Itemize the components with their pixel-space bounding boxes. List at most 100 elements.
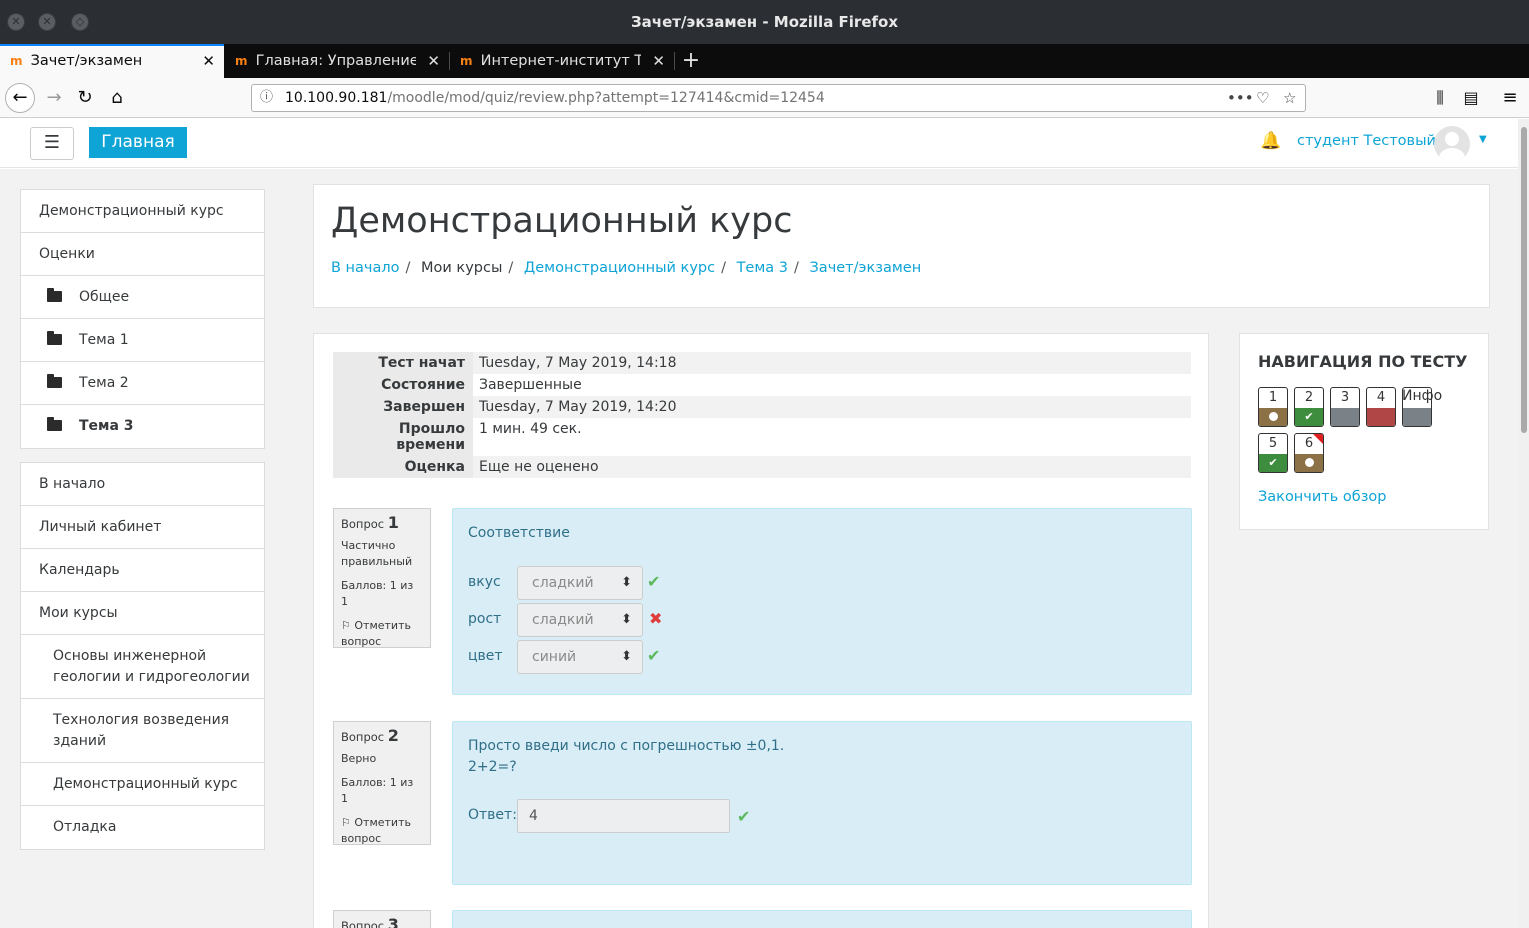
page-title: Демонстрационный курс	[331, 201, 793, 241]
sidebar-item-topic-1[interactable]: Тема 1	[21, 319, 264, 362]
page-actions-icon[interactable]: •••	[1227, 85, 1254, 111]
sidebar-item-course-construction[interactable]: Технология возведения зданий	[21, 699, 264, 763]
quiz-navigation-block: НАВИГАЦИЯ ПО ТЕСТУ 1 2 ✔ 3 4 5 ✔ 6 Закончи…	[1239, 333, 1489, 530]
question-score: Баллов: 1 из 1	[341, 579, 414, 608]
tab-label: Интернет-институт Ту	[480, 53, 641, 69]
correct-check-icon: ✔	[647, 646, 661, 665]
answer-field[interactable]: 4	[517, 799, 730, 833]
flag-icon: ⚐	[341, 816, 351, 829]
sidebar-item-home[interactable]: В начало	[21, 463, 264, 506]
page-content: Демонстрационный курс Оценки Общее Тема …	[0, 169, 1518, 928]
chevron-down-icon[interactable]: ▼	[1479, 134, 1487, 145]
drawer-toggle-button[interactable]: ☰	[30, 127, 74, 160]
menu-icon[interactable]: ≡	[1496, 84, 1524, 112]
flag-question-button[interactable]: ⚐ Отметить вопрос	[341, 618, 423, 650]
tab-close-icon[interactable]: ✕	[427, 44, 440, 78]
site-info-icon[interactable]: ⓘ	[260, 85, 273, 111]
question-text: Просто введи число с погрешностью ±0,1. …	[468, 738, 785, 775]
quiz-nav-info-label: Инфо	[1402, 388, 1443, 404]
breadcrumb-my-courses: Мои курсы	[421, 260, 503, 276]
check-icon: ✔	[1259, 454, 1287, 472]
folder-icon	[47, 374, 62, 388]
summary-row: Оценка Еще не оценено	[333, 456, 1191, 478]
course-nav-block: Демонстрационный курс Оценки Общее Тема …	[20, 189, 265, 449]
tab-quiz[interactable]: m Зачет/экзамен ✕	[0, 44, 224, 78]
home-button[interactable]: ⌂	[103, 84, 131, 112]
library-icon[interactable]: ⫼	[1426, 84, 1454, 112]
browser-toolbar: ← → ↻ ⌂ ⓘ 10.100.90.181/moodle/mod/quiz/…	[0, 78, 1529, 118]
notification-bell-icon[interactable]: 🔔	[1260, 131, 1281, 151]
bookmark-star-icon[interactable]: ☆	[1283, 85, 1296, 111]
home-link[interactable]: Главная	[89, 127, 187, 158]
sidebar-item-my-courses[interactable]: Мои курсы	[21, 592, 264, 635]
quiz-review-main: Тест начат Tuesday, 7 May 2019, 14:18 Сос…	[313, 333, 1209, 928]
sidebar-toggle-icon[interactable]: ▤	[1457, 84, 1485, 112]
sidebar-item-course-demo[interactable]: Демонстрационный курс	[21, 763, 264, 806]
question-content: Соответствие вкус сладкий ⬍ ✔ рост сладки…	[452, 508, 1192, 695]
sidebar-item-course-debug[interactable]: Отладка	[21, 806, 264, 849]
finish-review-link[interactable]: Закончить обзор	[1258, 489, 1386, 505]
window-title: Зачет/экзамен - Mozilla Firefox	[631, 13, 898, 31]
match-select[interactable]: сладкий ⬍	[517, 566, 643, 600]
question-state: Частично правильный	[341, 539, 413, 568]
match-select[interactable]: синий ⬍	[517, 640, 643, 674]
sidebar-item-grades[interactable]: Оценки	[21, 233, 264, 276]
correct-check-icon: ✔	[647, 572, 661, 591]
forward-button[interactable]: →	[40, 84, 68, 112]
summary-row: Прошло времени 1 мин. 49 сек.	[333, 418, 1191, 456]
attempt-summary-table: Тест начат Tuesday, 7 May 2019, 14:18 Сос…	[333, 352, 1191, 478]
moodle-navbar: ☰ Главная 🔔 студент Тестовый ▼	[0, 119, 1518, 168]
moodle-favicon-icon: m	[235, 54, 248, 68]
sidebar-item-dashboard[interactable]: Личный кабинет	[21, 506, 264, 549]
quiz-nav-button-5[interactable]: 5 ✔	[1258, 433, 1288, 473]
avatar[interactable]	[1434, 126, 1470, 162]
quiz-nav-button-6[interactable]: 6	[1294, 433, 1324, 473]
url-text: 10.100.90.181/moodle/mod/quiz/review.php…	[285, 90, 825, 106]
page-scrollbar[interactable]	[1518, 119, 1529, 928]
quiz-nav-button-2[interactable]: 2 ✔	[1294, 387, 1324, 427]
moodle-favicon-icon: m	[460, 54, 473, 68]
tab-close-icon[interactable]: ✕	[652, 44, 665, 78]
sidebar-item-topic-3[interactable]: Тема 3	[21, 405, 264, 448]
tab-institute[interactable]: m Интернет-институт Ту ✕	[450, 44, 674, 78]
summary-row: Тест начат Tuesday, 7 May 2019, 14:18	[333, 352, 1191, 374]
answer-label: Ответ:	[468, 807, 517, 823]
quiz-nav-title: НАВИГАЦИЯ ПО ТЕСТУ	[1258, 352, 1468, 371]
site-nav-block: В начало Личный кабинет Календарь Мои ку…	[20, 462, 265, 850]
breadcrumb-course[interactable]: Демонстрационный курс	[524, 260, 715, 276]
scrollbar-thumb[interactable]	[1521, 127, 1527, 433]
folder-icon	[47, 417, 62, 431]
reload-button[interactable]: ↻	[71, 84, 99, 112]
new-tab-button[interactable]: +	[680, 44, 702, 78]
url-bar[interactable]: ⓘ 10.100.90.181/moodle/mod/quiz/review.p…	[251, 84, 1306, 112]
dot-icon	[1268, 412, 1278, 421]
sidebar-item-course-geology[interactable]: Основы инженерной геологии и гидрогеолог…	[21, 635, 264, 699]
folder-icon	[47, 331, 62, 345]
question-content: Просто введи число с погрешностью ±0,1. …	[452, 721, 1192, 885]
breadcrumb-home[interactable]: В начало	[331, 260, 400, 276]
check-icon: ✔	[1295, 408, 1323, 426]
question-score: Баллов: 1 из 1	[341, 776, 414, 805]
pocket-icon[interactable]: ♡	[1256, 85, 1269, 111]
tab-label: Главная: Управление	[255, 53, 416, 69]
match-select[interactable]: сладкий ⬍	[517, 603, 643, 637]
sidebar-item-calendar[interactable]: Календарь	[21, 549, 264, 592]
flag-question-button[interactable]: ⚐ Отметить вопрос	[341, 815, 423, 847]
breadcrumb-quiz[interactable]: Зачет/экзамен	[810, 260, 922, 276]
moodle-favicon-icon: m	[10, 54, 23, 68]
sidebar-item-general[interactable]: Общее	[21, 276, 264, 319]
quiz-nav-button-4[interactable]: 4	[1366, 387, 1396, 427]
flagged-corner-icon	[1313, 434, 1323, 444]
folder-icon	[47, 288, 62, 302]
summary-row: Завершен Tuesday, 7 May 2019, 14:20	[333, 396, 1191, 418]
breadcrumb-topic[interactable]: Тема 3	[737, 260, 788, 276]
tab-close-icon[interactable]: ✕	[202, 46, 215, 77]
user-name[interactable]: студент Тестовый	[1297, 133, 1436, 149]
tab-main[interactable]: m Главная: Управление ✕	[225, 44, 449, 78]
quiz-nav-button-3[interactable]: 3	[1330, 387, 1360, 427]
sidebar-item-topic-2[interactable]: Тема 2	[21, 362, 264, 405]
quiz-nav-button-1[interactable]: 1	[1258, 387, 1288, 427]
question-text: Соответствие	[468, 525, 570, 541]
sidebar-item-course[interactable]: Демонстрационный курс	[21, 190, 264, 233]
back-button[interactable]: ←	[5, 83, 35, 113]
